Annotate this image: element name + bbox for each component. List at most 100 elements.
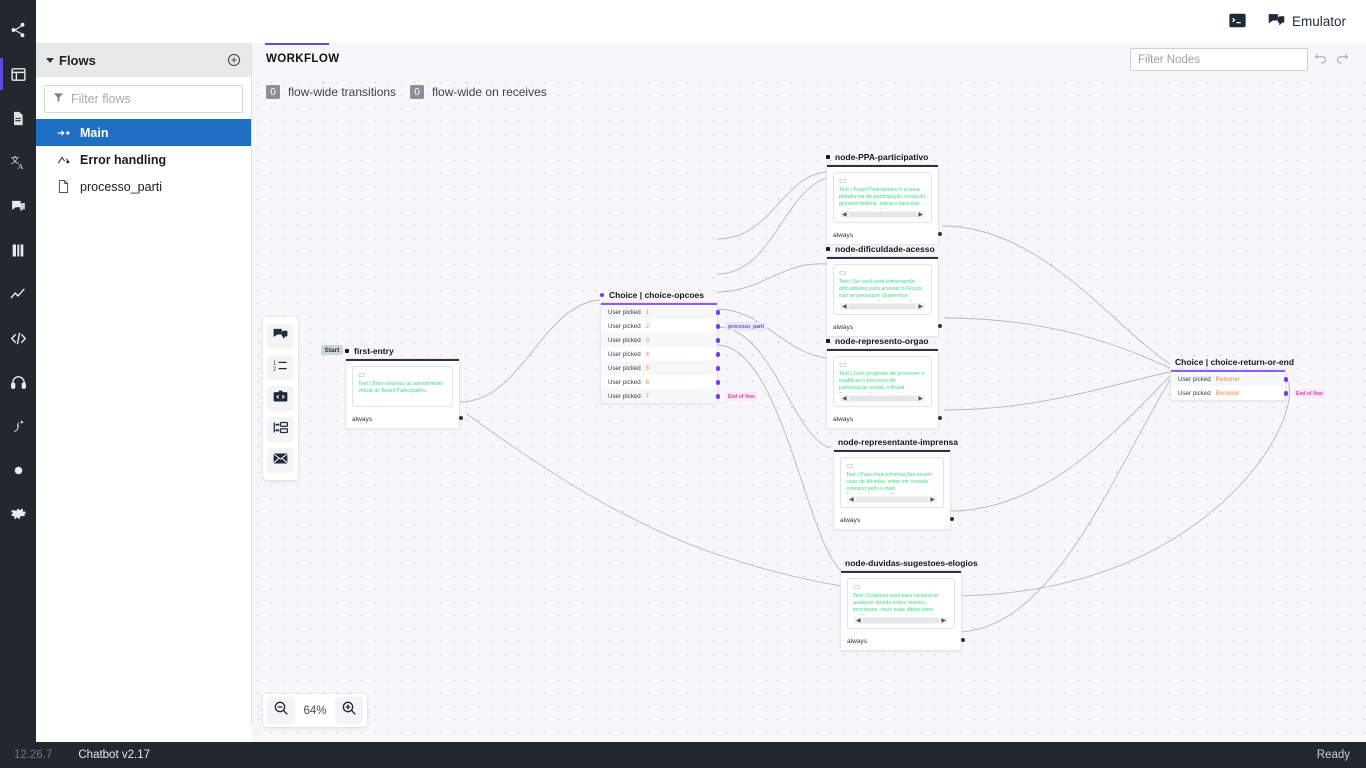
node-choice-return-or-end[interactable]: Choice | choice-return-or-end User picke…: [1170, 357, 1326, 401]
output-port[interactable]: [937, 323, 942, 328]
rail-item-status[interactable]: [0, 448, 36, 492]
sidebar-item-main[interactable]: Main: [36, 119, 251, 146]
output-port[interactable]: [715, 352, 720, 357]
rail-item-conversations[interactable]: [0, 184, 36, 228]
chevron-down-icon[interactable]: [46, 57, 54, 63]
choice-row[interactable]: User picked Retornar: [1171, 372, 1288, 386]
scroll-right-icon[interactable]: ▶: [929, 497, 936, 503]
choice-row[interactable]: User picked 1: [601, 305, 720, 319]
message-card[interactable]: ▭ Text | Para mais informações ou em cas…: [840, 457, 944, 508]
workflow-canvas[interactable]: 0 flow-wide transitions 0 flow-wide on r…: [252, 76, 1366, 742]
horizontal-scrollbar[interactable]: ◀ ▶: [840, 395, 925, 402]
output-port[interactable]: [715, 380, 720, 385]
message-card[interactable]: ▭ Text | Com propósito de promover e qua…: [833, 356, 932, 407]
choice-row[interactable]: User picked 4: [601, 347, 720, 361]
output-port[interactable]: [937, 231, 942, 236]
choice-row[interactable]: User picked Encerrar End of flow: [1171, 386, 1326, 400]
output-port[interactable]: [715, 366, 720, 371]
output-port[interactable]: [715, 338, 720, 343]
node-transition-row[interactable]: always: [346, 412, 459, 428]
scroll-track[interactable]: [862, 618, 940, 623]
choice-row[interactable]: User picked 3: [601, 333, 720, 347]
zoom-out-button[interactable]: [267, 697, 295, 724]
horizontal-scrollbar[interactable]: ◀ ▶: [840, 303, 925, 310]
scroll-left-icon[interactable]: ◀: [855, 618, 862, 624]
node-transition-row[interactable]: always: [827, 228, 938, 244]
scroll-right-icon[interactable]: ▶: [917, 396, 924, 402]
node-duvidas-sugestoes-elogios[interactable]: node-duvidas-sugestoes-elogios ▭ Text | …: [840, 558, 978, 651]
rail-item-content[interactable]: [0, 96, 36, 140]
scroll-track[interactable]: [848, 304, 917, 309]
node-transition-row[interactable]: always: [841, 634, 961, 650]
horizontal-scrollbar[interactable]: ◀ ▶: [847, 496, 937, 503]
output-port[interactable]: [960, 637, 965, 642]
choice-row[interactable]: User picked 5: [601, 361, 720, 375]
filter-flows-input[interactable]: [71, 92, 234, 106]
palette-say-something-button[interactable]: [267, 324, 294, 349]
message-card[interactable]: ▭ Text | Bem-vindo(a) ao atendimento vir…: [352, 366, 453, 407]
rail-item-flow-branch[interactable]: [0, 404, 36, 448]
sidebar-item-processo-parti[interactable]: processo_parti: [36, 173, 251, 200]
node-representante-imprensa[interactable]: node-representante-imprensa ▭ Text | Par…: [833, 437, 958, 530]
node-first-entry[interactable]: Start first-entry ▭ Text | Bem-vindo(a) …: [321, 345, 463, 429]
message-card[interactable]: ▭ Text | Estamos aqui para esclarecer qu…: [847, 578, 955, 629]
node-transition-row[interactable]: always: [827, 320, 938, 336]
tab-workflow[interactable]: WORKFLOW: [266, 53, 339, 65]
node-transition-row[interactable]: always: [834, 513, 950, 529]
choice-row[interactable]: User picked 7 End of flow: [601, 389, 758, 403]
scroll-left-icon[interactable]: ◀: [841, 396, 848, 402]
node-dificuldade-acesso[interactable]: node-dificuldade-acesso ▭ Text | Se você…: [826, 244, 942, 337]
end-of-flow-badge[interactable]: End of flow: [1293, 389, 1326, 398]
plus-circle-icon[interactable]: [227, 53, 241, 67]
rail-item-library[interactable]: [0, 228, 36, 272]
filter-nodes-box[interactable]: [1130, 48, 1308, 71]
scroll-track[interactable]: [848, 396, 917, 401]
node-ppa-participativo[interactable]: node-PPA-participativo ▭ Text | Brasil P…: [826, 152, 942, 245]
redo-icon[interactable]: [1335, 51, 1350, 71]
filter-nodes-input[interactable]: [1138, 53, 1300, 66]
scroll-left-icon[interactable]: ◀: [848, 497, 855, 503]
console-button[interactable]: [1229, 13, 1246, 31]
node-transition-row[interactable]: always: [827, 412, 938, 428]
horizontal-scrollbar[interactable]: ◀ ▶: [840, 211, 925, 218]
message-card[interactable]: ▭ Text | Brasil Participativo é a nova p…: [833, 172, 932, 223]
output-port[interactable]: [1283, 377, 1288, 382]
choice-row[interactable]: User picked 6: [601, 375, 720, 389]
scroll-track[interactable]: [855, 497, 929, 502]
emulator-button[interactable]: Emulator: [1268, 13, 1346, 31]
rail-item-code[interactable]: [0, 316, 36, 360]
palette-send-email-button[interactable]: [267, 448, 294, 473]
output-port[interactable]: [949, 516, 954, 521]
choice-row[interactable]: User picked 2 processo_parti: [601, 319, 767, 333]
palette-choice-split-button[interactable]: [267, 417, 294, 442]
end-of-flow-badge[interactable]: End of flow: [725, 392, 758, 401]
message-card[interactable]: ▭ Text | Se você está enfrentando dificu…: [833, 264, 932, 315]
rail-item-analytics[interactable]: [0, 272, 36, 316]
palette-ask-question-button[interactable]: 1 2: [267, 355, 294, 380]
output-port[interactable]: [937, 415, 942, 420]
output-port[interactable]: [1283, 391, 1288, 396]
node-choice-opcoes[interactable]: Choice | choice-opcoes User picked 1 Use…: [600, 290, 767, 404]
scroll-left-icon[interactable]: ◀: [841, 212, 848, 218]
scroll-track[interactable]: [848, 212, 917, 217]
zoom-in-button[interactable]: [335, 697, 363, 724]
sidebar-item-error-handling[interactable]: Error handling: [36, 146, 251, 173]
rail-item-settings[interactable]: [0, 492, 36, 536]
rail-item-dashboard[interactable]: [0, 52, 36, 96]
undo-icon[interactable]: [1313, 51, 1328, 71]
scroll-right-icon[interactable]: ▶: [940, 618, 947, 624]
output-port[interactable]: [715, 310, 720, 315]
rail-item-share[interactable]: [0, 8, 36, 52]
rail-item-translate[interactable]: 文 A: [0, 140, 36, 184]
output-port[interactable]: [458, 415, 463, 420]
scroll-right-icon[interactable]: ▶: [917, 212, 924, 218]
horizontal-scrollbar[interactable]: ◀ ▶: [854, 617, 948, 624]
node-represento-orgao[interactable]: node-represento-orgao ▭ Text | Com propó…: [826, 336, 942, 429]
filter-flows-box[interactable]: [44, 85, 243, 113]
scroll-right-icon[interactable]: ▶: [917, 304, 924, 310]
rail-item-support[interactable]: [0, 360, 36, 404]
output-port[interactable]: [715, 394, 720, 399]
output-port[interactable]: [715, 324, 720, 329]
scroll-left-icon[interactable]: ◀: [841, 304, 848, 310]
target-badge[interactable]: processo_parti: [725, 322, 767, 331]
